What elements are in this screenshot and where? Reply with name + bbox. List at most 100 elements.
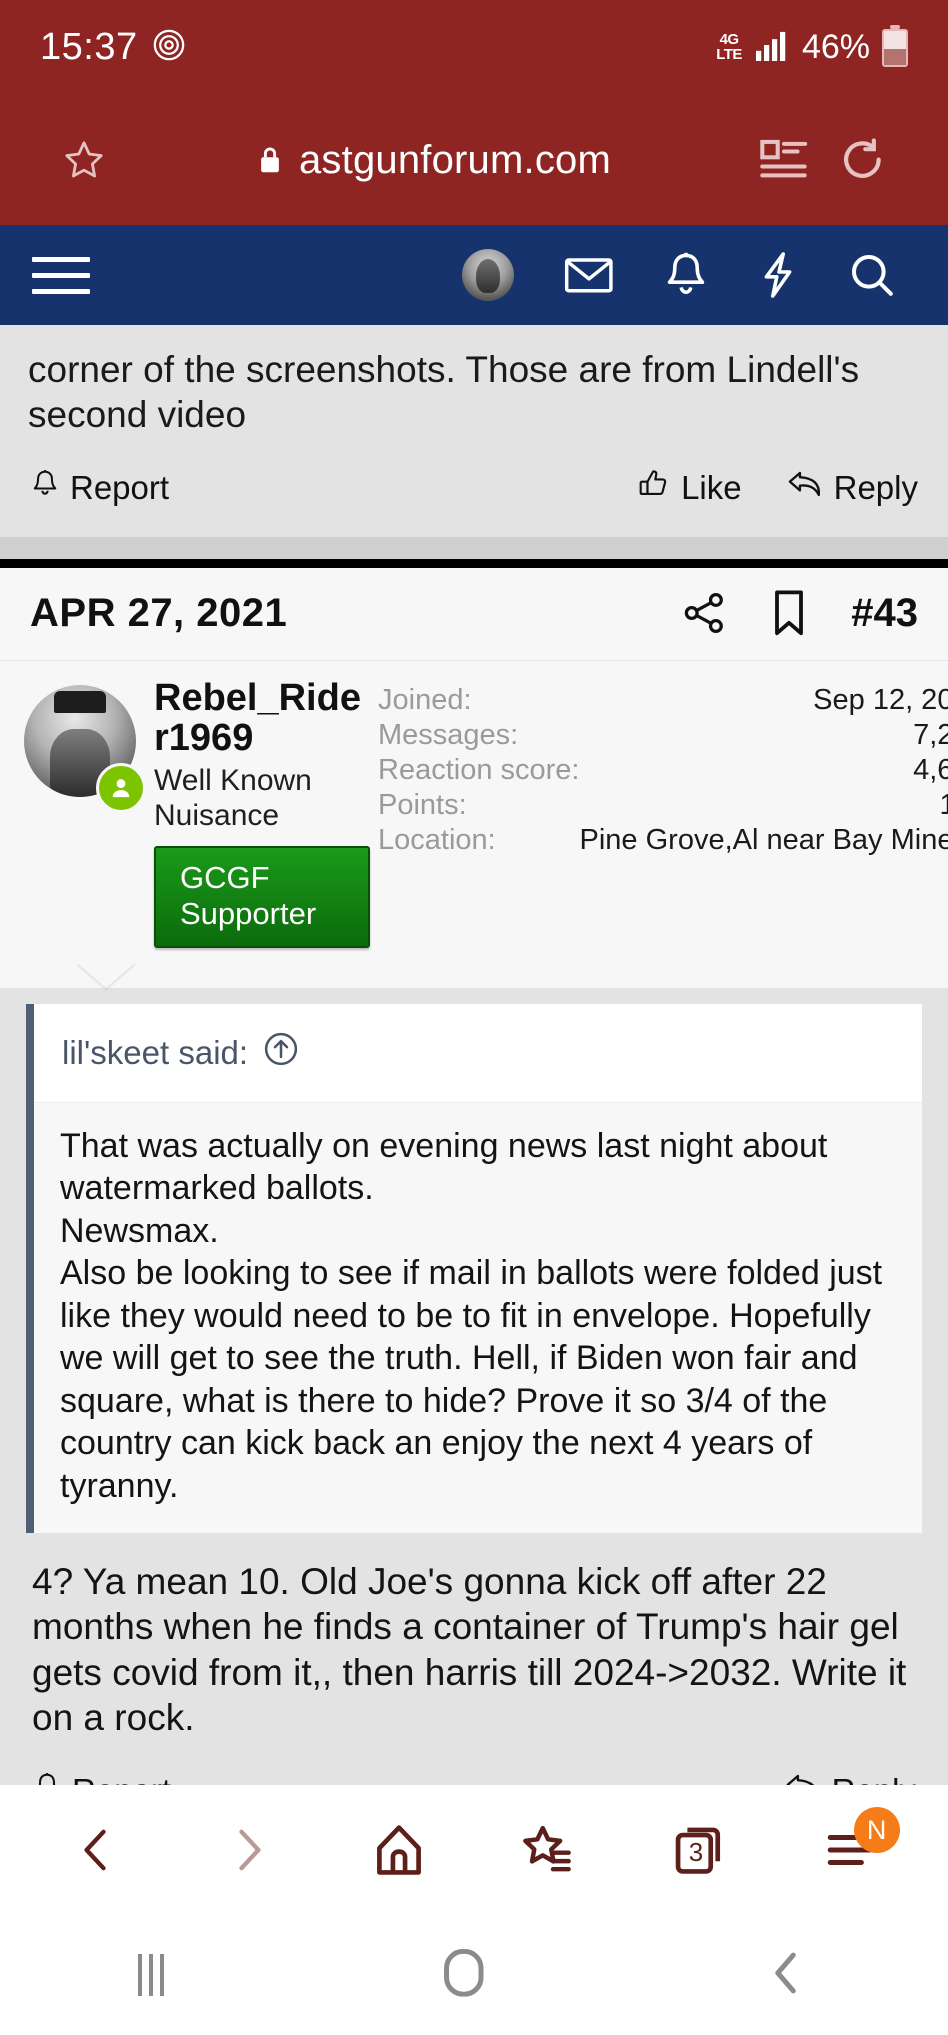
inbox-icon[interactable] bbox=[564, 255, 614, 295]
bell-icon bbox=[32, 1770, 62, 1785]
previous-post-actions: Report Like Reply bbox=[0, 437, 948, 537]
like-label: Like bbox=[681, 469, 742, 507]
lock-icon bbox=[257, 145, 283, 175]
author-username[interactable]: Rebel_Rider1969 bbox=[154, 679, 370, 758]
stat-row: Points:113 bbox=[378, 788, 948, 823]
reply-button[interactable]: Reply bbox=[784, 1771, 916, 1785]
whats-new-icon[interactable] bbox=[758, 251, 798, 299]
quote-header[interactable]: lil'skeet said: bbox=[34, 1004, 922, 1103]
post-author-block: Rebel_Rider1969 Well Known Nuisance GCGF… bbox=[0, 661, 948, 962]
tab-count-label: 3 bbox=[645, 1805, 755, 1895]
status-clock: 15:37 bbox=[40, 26, 138, 69]
more-options-button[interactable]: ••• bbox=[205, 1772, 283, 1785]
fingerprint-icon bbox=[152, 28, 186, 67]
post-date: APR 27, 2021 bbox=[30, 591, 287, 636]
reply-label: Reply bbox=[834, 469, 918, 507]
quote-line: Also be looking to see if mail in ballot… bbox=[60, 1252, 896, 1507]
author-identity: Rebel_Rider1969 Well Known Nuisance GCGF… bbox=[142, 679, 370, 948]
arrow-up-circle-icon[interactable] bbox=[262, 1030, 300, 1076]
author-stats: Joined:Sep 12, 2019Messages:7,280Reactio… bbox=[370, 679, 948, 948]
page-content: corner of the screenshots. Those are fro… bbox=[0, 325, 948, 1785]
supporter-badge: GCGF Supporter bbox=[154, 846, 370, 948]
stat-value: Sep 12, 2019 bbox=[580, 683, 948, 718]
forum-nav-icons bbox=[462, 249, 916, 301]
status-bar-right: 4G LTE 46% bbox=[716, 28, 908, 67]
browser-url-bar[interactable]: astgunforum.com bbox=[0, 95, 948, 225]
home-button-icon[interactable] bbox=[441, 1946, 487, 2005]
reply-arrow-icon bbox=[784, 1771, 822, 1785]
back-button-icon[interactable] bbox=[764, 1948, 810, 2003]
previous-post-text: corner of the screenshots. Those are fro… bbox=[0, 325, 948, 437]
like-button[interactable]: Like bbox=[637, 467, 742, 509]
android-status-bar: 15:37 4G LTE 46% bbox=[0, 0, 948, 95]
blockquote: lil'skeet said: That was actually on eve… bbox=[26, 1004, 922, 1534]
report-button[interactable]: Report bbox=[32, 1770, 171, 1785]
alerts-icon[interactable] bbox=[664, 251, 708, 299]
stat-value: 4,653 bbox=[580, 753, 948, 788]
post-header-actions: #43 bbox=[681, 588, 918, 638]
stat-label: Reaction score: bbox=[378, 753, 580, 788]
user-avatar[interactable] bbox=[462, 249, 514, 301]
recent-apps-icon[interactable] bbox=[138, 1954, 164, 1996]
stat-row: Location:Pine Grove,Al near Bay Minette bbox=[378, 823, 948, 858]
browser-menu-icon[interactable]: N bbox=[796, 1805, 906, 1895]
author-avatar-wrap[interactable] bbox=[24, 679, 142, 948]
android-navigation-bar bbox=[0, 1915, 948, 2035]
report-label: Report bbox=[70, 469, 169, 507]
report-button[interactable]: Report bbox=[30, 467, 169, 509]
chevron-down-icon bbox=[257, 1772, 283, 1785]
search-icon[interactable] bbox=[848, 251, 896, 299]
share-icon[interactable] bbox=[681, 590, 727, 636]
quote-line: That was actually on evening news last n… bbox=[60, 1125, 896, 1210]
status-bar-left: 15:37 bbox=[40, 26, 186, 69]
forward-icon bbox=[193, 1805, 303, 1895]
ellipsis-icon: ••• bbox=[205, 1774, 243, 1785]
bookmarks-icon[interactable] bbox=[494, 1805, 604, 1895]
previous-post-body: corner of the screenshots. Those are fro… bbox=[28, 347, 920, 437]
forum-navbar bbox=[0, 225, 948, 325]
back-icon[interactable] bbox=[42, 1805, 152, 1895]
hamburger-icon[interactable] bbox=[32, 257, 90, 294]
stat-value: 7,280 bbox=[580, 718, 948, 753]
callout-notch bbox=[76, 962, 136, 988]
quote-line: Newsmax. bbox=[60, 1210, 896, 1253]
post-body-paragraph: 4? Ya mean 10. Old Joe's gonna kick off … bbox=[32, 1559, 918, 1740]
star-icon[interactable] bbox=[60, 136, 108, 184]
reader-view-icon[interactable] bbox=[760, 138, 810, 182]
address-field[interactable]: astgunforum.com bbox=[136, 138, 732, 183]
stat-row: Reaction score:4,653 bbox=[378, 753, 948, 788]
stat-label: Messages: bbox=[378, 718, 580, 753]
stat-value: 113 bbox=[580, 788, 948, 823]
signal-bars-icon bbox=[754, 29, 790, 66]
reload-icon[interactable] bbox=[838, 135, 888, 185]
post-actions-right: Reply bbox=[784, 1771, 916, 1785]
stat-value: Pine Grove,Al near Bay Minette bbox=[580, 823, 948, 858]
stat-label: Points: bbox=[378, 788, 580, 823]
post-header: APR 27, 2021 #43 bbox=[0, 568, 948, 661]
thumbs-up-icon bbox=[637, 467, 671, 509]
post-message-body: lil'skeet said: That was actually on eve… bbox=[0, 988, 948, 1785]
reply-arrow-icon bbox=[786, 468, 824, 508]
url-text: astgunforum.com bbox=[299, 138, 611, 183]
quote-author-label: lil'skeet said: bbox=[62, 1034, 248, 1072]
reply-label: Reply bbox=[832, 1772, 916, 1785]
stat-label: Location: bbox=[378, 823, 580, 858]
stat-row: Messages:7,280 bbox=[378, 718, 948, 753]
author-stats-table: Joined:Sep 12, 2019Messages:7,280Reactio… bbox=[378, 683, 948, 858]
bell-icon bbox=[30, 467, 60, 509]
post-actions: Report ••• Reply bbox=[26, 1740, 922, 1785]
battery-percent-label: 46% bbox=[802, 28, 870, 67]
online-status-icon bbox=[96, 763, 146, 813]
home-icon[interactable] bbox=[344, 1805, 454, 1895]
reply-button[interactable]: Reply bbox=[786, 467, 918, 509]
post-card: APR 27, 2021 #43 bbox=[0, 559, 948, 988]
battery-icon bbox=[882, 29, 908, 67]
browser-bottom-toolbar: 3 N bbox=[0, 1785, 948, 1915]
post-number[interactable]: #43 bbox=[851, 591, 918, 636]
tabs-icon[interactable]: 3 bbox=[645, 1805, 755, 1895]
quote-text: That was actually on evening news last n… bbox=[34, 1103, 922, 1534]
post-separator bbox=[0, 537, 948, 559]
bookmark-icon[interactable] bbox=[769, 588, 809, 638]
stat-label: Joined: bbox=[378, 683, 580, 718]
menu-notification-badge: N bbox=[854, 1807, 900, 1853]
